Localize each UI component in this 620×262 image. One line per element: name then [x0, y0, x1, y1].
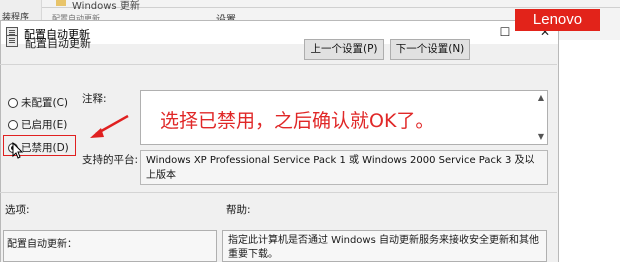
help-panel: 指定此计算机是否通过 Windows 自动更新服务来接收安全更新和其他重要下载。	[222, 230, 547, 262]
platform-label: 支持的平台:	[82, 154, 139, 166]
radio-label: 已启用(E)	[21, 119, 68, 131]
comment-label: 注释:	[82, 93, 107, 105]
policy-header-icon	[6, 35, 18, 47]
mouse-cursor-icon	[12, 142, 24, 159]
folder-icon	[56, 0, 66, 6]
scroll-up-icon[interactable]: ▲	[536, 93, 546, 103]
next-setting-button[interactable]: 下一个设置(N)	[390, 39, 470, 60]
radio-enabled[interactable]: 已启用(E)	[8, 117, 67, 132]
options-label: 选项:	[5, 204, 30, 216]
options-panel: 配置自动更新：	[3, 230, 217, 262]
lenovo-logo: Lenovo	[515, 9, 600, 31]
radio-circle[interactable]	[8, 119, 18, 130]
help-label: 帮助:	[226, 204, 251, 216]
scroll-down-icon[interactable]: ▼	[536, 132, 546, 142]
background-title: Windows 更新	[72, 1, 140, 12]
platform-text: Windows XP Professional Service Pack 1 或…	[140, 150, 548, 185]
maximize-icon[interactable]: ☐	[497, 24, 513, 40]
divider	[0, 192, 557, 193]
radio-label: 未配置(C)	[21, 97, 69, 109]
annotation-text: 选择已禁用，之后确认就OK了。	[160, 110, 435, 132]
radio-not-configured[interactable]: 未配置(C)	[8, 95, 68, 110]
background-area	[560, 40, 620, 262]
previous-setting-button[interactable]: 上一个设置(P)	[304, 39, 384, 60]
radio-circle[interactable]	[8, 97, 18, 108]
divider	[0, 64, 557, 65]
policy-header: 配置自动更新	[25, 37, 91, 50]
